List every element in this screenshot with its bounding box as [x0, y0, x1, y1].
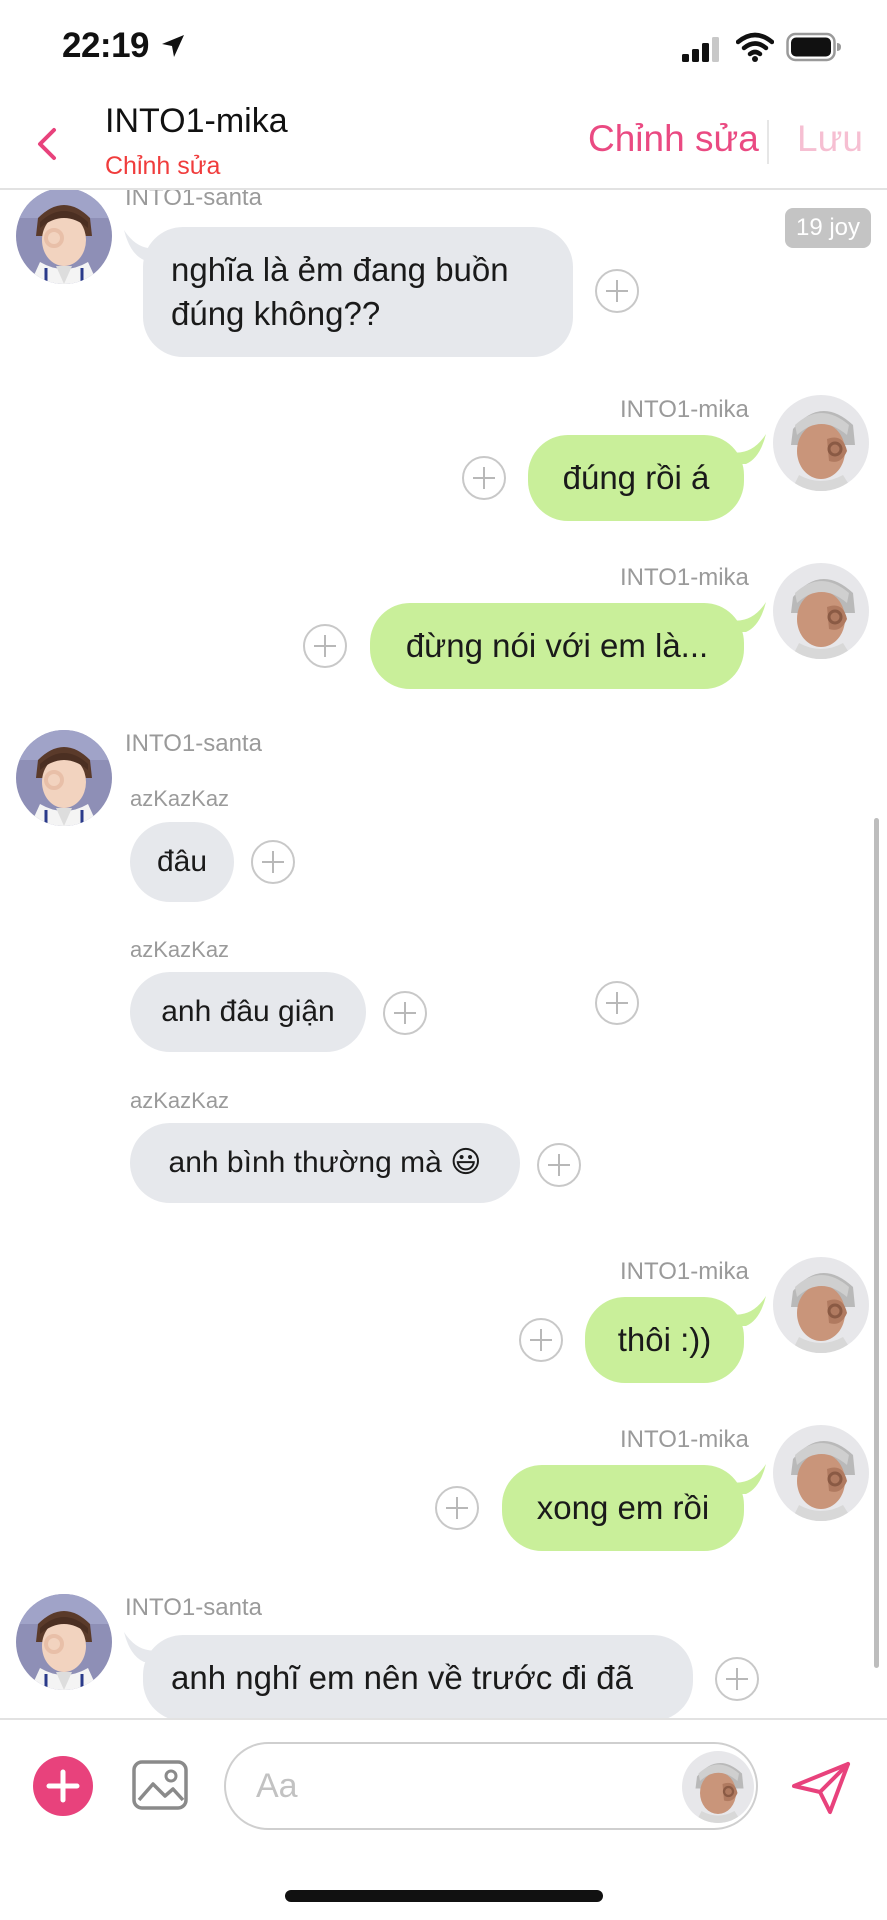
avatar-mika[interactable]: [773, 1425, 869, 1521]
battery-icon: [786, 32, 841, 62]
send-icon[interactable]: [790, 1760, 852, 1816]
edit-button[interactable]: Chỉnh sửa: [588, 118, 759, 160]
plus-circle-icon[interactable]: [250, 839, 296, 885]
message-bubble[interactable]: anh nghĩ em nên về trước đi đã: [143, 1635, 693, 1720]
message-bubble[interactable]: đâu: [130, 822, 234, 902]
message-bubble[interactable]: thôi :)): [585, 1297, 744, 1383]
status-bar: 22:19: [0, 0, 887, 100]
plus-circle-icon[interactable]: [382, 990, 428, 1036]
save-button[interactable]: Lưu: [797, 118, 863, 160]
sender-name: INTO1-mika: [620, 564, 749, 591]
avatar-mika[interactable]: [773, 563, 869, 659]
sub-sender-name: azKazKaz: [130, 1088, 230, 1113]
message-input[interactable]: [256, 1762, 656, 1810]
message-text-line: nghĩa là ẻm đang buồn: [171, 251, 509, 288]
plus-circle-icon[interactable]: [461, 455, 507, 501]
status-time: 22:19: [62, 26, 150, 65]
plus-icon: [46, 1769, 80, 1803]
message-text: đúng rồi á: [562, 459, 710, 496]
message-text: xong em rồi: [536, 1489, 710, 1526]
message-input-field[interactable]: [224, 1742, 758, 1830]
image-icon[interactable]: [131, 1756, 189, 1814]
scrollbar[interactable]: [874, 818, 879, 1668]
message-text: đừng nói với em là...: [405, 627, 709, 664]
chat-subtitle: Chỉnh sửa: [105, 152, 221, 180]
location-arrow-icon: [162, 35, 184, 57]
back-chevron-icon[interactable]: [30, 122, 66, 166]
message-bubble[interactable]: anh bình thường mà 😃: [130, 1123, 520, 1203]
message-text: đâu: [156, 845, 208, 878]
message-text: anh nghĩ em nên về trước đi đã: [171, 1659, 633, 1696]
sender-name: INTO1-mika: [620, 1426, 749, 1453]
message-text: anh bình thường mà 😃: [168, 1146, 482, 1179]
plus-circle-icon[interactable]: [536, 1142, 582, 1188]
composer-bar: [0, 1718, 887, 1848]
message-bubble[interactable]: anh đâu giận: [130, 972, 366, 1052]
sender-name: INTO1-mika: [620, 396, 749, 423]
plus-circle-icon[interactable]: [714, 1656, 760, 1702]
message-text-line: đúng không??: [171, 295, 381, 332]
message-bubble[interactable]: nghĩa là ẻm đang buồn đúng không??: [143, 227, 573, 357]
message-text: thôi :)): [617, 1321, 712, 1358]
plus-circle-icon[interactable]: [594, 268, 640, 314]
message-bubble[interactable]: đừng nói với em là...: [370, 603, 744, 689]
signal-icon: [682, 37, 719, 62]
avatar-mika[interactable]: [773, 1257, 869, 1353]
plus-circle-icon[interactable]: [594, 980, 640, 1026]
avatar-santa[interactable]: [16, 190, 112, 284]
message-text: anh đâu giận: [161, 995, 335, 1028]
sender-name: INTO1-santa: [125, 1594, 262, 1621]
sender-name: INTO1-mika: [620, 1258, 749, 1285]
avatar-santa[interactable]: [16, 1594, 112, 1690]
avatar-santa[interactable]: [16, 730, 112, 826]
sub-sender-name: azKazKaz: [130, 786, 230, 811]
sender-name: INTO1-santa: [125, 730, 262, 757]
message-bubble[interactable]: xong em rồi: [502, 1465, 744, 1551]
plus-circle-icon[interactable]: [302, 623, 348, 669]
chat-header: INTO1-mika Chỉnh sửa Chỉnh sửa Lưu: [0, 100, 887, 190]
time-badge: 19 joy: [785, 208, 871, 248]
avatar-mika[interactable]: [773, 395, 869, 491]
message-bubble[interactable]: đúng rồi á: [528, 435, 744, 521]
chat-thread[interactable]: INTO1-santa nghĩa là ẻm đang buồn đúng k…: [0, 190, 887, 1720]
plus-circle-icon[interactable]: [434, 1485, 480, 1531]
avatar-mika[interactable]: [682, 1751, 754, 1823]
wifi-icon: [736, 32, 774, 62]
chat-title: INTO1-mika: [105, 102, 288, 140]
add-button[interactable]: [33, 1756, 93, 1816]
plus-circle-icon[interactable]: [518, 1317, 564, 1363]
home-indicator[interactable]: [285, 1890, 603, 1902]
header-divider: [767, 120, 769, 164]
sender-name: INTO1-santa: [125, 190, 262, 211]
sub-sender-name: azKazKaz: [130, 937, 230, 962]
